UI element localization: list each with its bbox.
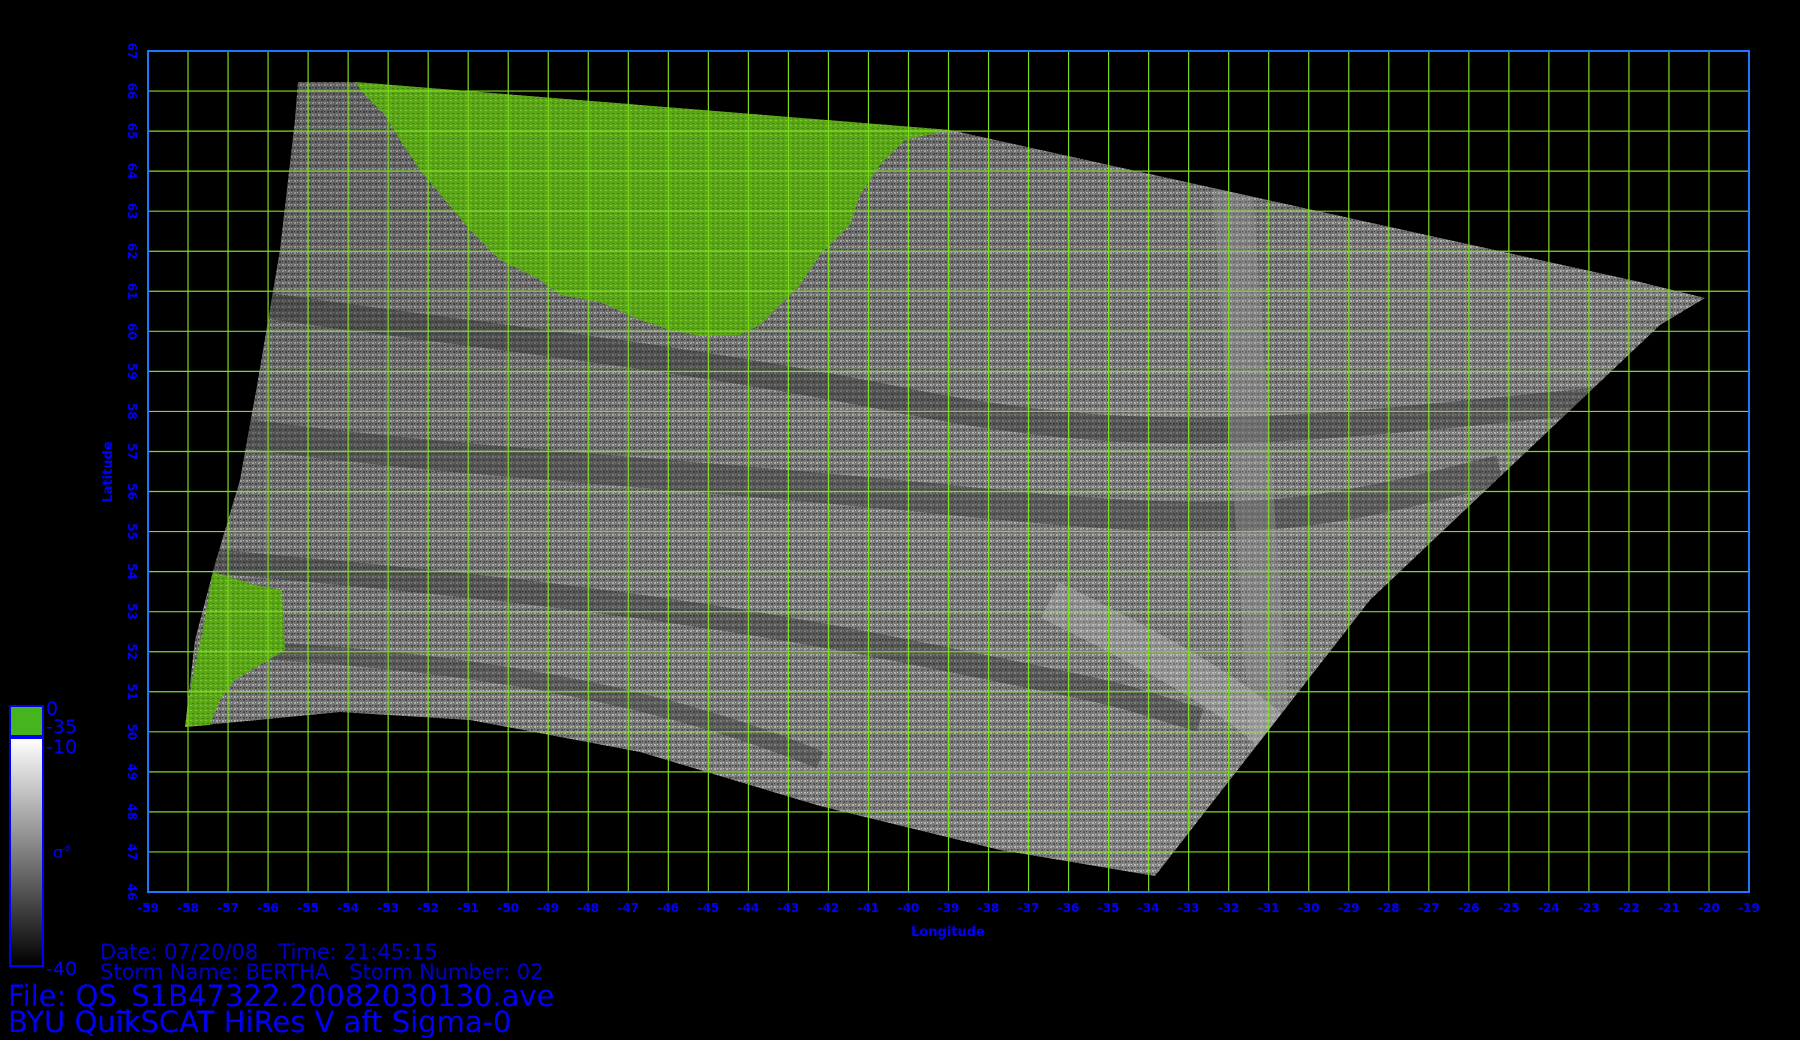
longitude-tick-label: -22	[1618, 901, 1640, 915]
latitude-tick-label: 60	[125, 323, 139, 340]
longitude-tick-label: -24	[1538, 901, 1560, 915]
swath-imagery	[185, 82, 1705, 876]
longitude-tick-label: -32	[1218, 901, 1240, 915]
longitude-tick-label: -44	[738, 901, 760, 915]
longitude-tick-label: -26	[1458, 901, 1480, 915]
longitude-tick-label: -28	[1378, 901, 1400, 915]
longitude-tick-label: -50	[497, 901, 519, 915]
longitude-tick-label: -43	[778, 901, 800, 915]
longitude-tick-label: -40	[898, 901, 920, 915]
colorbar-units: σ°	[53, 843, 71, 862]
latitude-tick-label: 48	[125, 804, 139, 821]
latitude-tick-label: 46	[125, 884, 139, 901]
latitude-tick-label: 51	[125, 683, 139, 700]
colorbar-top-label: -10	[46, 736, 78, 758]
longitude-tick-label: -38	[978, 901, 1000, 915]
latitude-tick-label: 59	[125, 363, 139, 380]
latitude-tick-label: 64	[125, 163, 139, 180]
longitude-tick-label: -19	[1738, 901, 1760, 915]
longitude-tick-label: -33	[1178, 901, 1200, 915]
longitude-tick-label: -34	[1138, 901, 1160, 915]
longitude-tick-label: -21	[1658, 901, 1680, 915]
product-title: BYU QuikSCAT HiRes V aft Sigma-0	[8, 1005, 512, 1039]
longitude-tick-label: -49	[537, 901, 559, 915]
longitude-tick-label: -58	[177, 901, 199, 915]
longitude-tick-label: -54	[337, 901, 359, 915]
longitude-tick-label: -42	[818, 901, 840, 915]
longitude-tick-labels: -59 -58 -57 -56 -55 -54 -53 -52 -51 -50 -49 -48 -47 -…	[137, 901, 1760, 915]
latitude-tick-label: 66	[125, 83, 139, 100]
longitude-tick-label: -39	[938, 901, 960, 915]
longitude-tick-label: -29	[1338, 901, 1360, 915]
longitude-tick-label: -57	[217, 901, 239, 915]
x-axis-label: Longitude	[911, 925, 985, 940]
longitude-tick-label: -25	[1498, 901, 1520, 915]
longitude-tick-label: -23	[1578, 901, 1600, 915]
latitude-tick-label: 63	[125, 203, 139, 220]
longitude-tick-label: -20	[1698, 901, 1720, 915]
latitude-tick-label: 47	[125, 844, 139, 861]
latitude-tick-label: 52	[125, 643, 139, 660]
longitude-tick-label: -53	[377, 901, 399, 915]
latitude-tick-label: 54	[125, 563, 139, 580]
latitude-tick-label: 57	[125, 443, 139, 460]
colorbar-bottom-label: -40	[46, 958, 78, 980]
longitude-tick-label: -45	[698, 901, 720, 915]
longitude-tick-label: -56	[257, 901, 279, 915]
longitude-tick-label: -36	[1058, 901, 1080, 915]
latitude-tick-label: 56	[125, 483, 139, 500]
longitude-tick-label: -51	[457, 901, 479, 915]
latitude-tick-label: 49	[125, 764, 139, 781]
longitude-tick-label: -37	[1018, 901, 1040, 915]
latitude-tick-label: 58	[125, 403, 139, 420]
y-axis-label: Latitude	[101, 441, 116, 503]
longitude-tick-label: -59	[137, 901, 159, 915]
longitude-tick-label: -47	[617, 901, 639, 915]
latitude-tick-label: 62	[125, 243, 139, 260]
colorbar-gradient	[9, 737, 44, 967]
longitude-tick-label: -46	[657, 901, 679, 915]
longitude-tick-label: -52	[417, 901, 439, 915]
latitude-tick-label: 67	[125, 43, 139, 60]
lat-lon-grid	[147, 50, 1750, 893]
longitude-tick-label: -35	[1098, 901, 1120, 915]
colorbar-land-bottom-label: -35	[46, 716, 78, 738]
sigma0-map: -59 -58 -57 -56 -55 -54 -53 -52 -51 -50 -49 -48 -47 -…	[9, 43, 1760, 967]
longitude-tick-label: -48	[577, 901, 599, 915]
latitude-tick-label: 55	[125, 523, 139, 540]
latitude-tick-label: 65	[125, 123, 139, 140]
longitude-tick-label: -30	[1298, 901, 1320, 915]
latitude-tick-label: 61	[125, 283, 139, 300]
latitude-tick-labels: 46 47 48 49 50 51 52 53 54 55 56 57 58 59 60 61 62 63 64 65…	[125, 43, 139, 901]
longitude-tick-label: -41	[858, 901, 880, 915]
longitude-tick-label: -27	[1418, 901, 1440, 915]
colorbar-land-swatch	[9, 705, 44, 737]
longitude-tick-label: -31	[1258, 901, 1280, 915]
latitude-tick-label: 50	[125, 723, 139, 740]
latitude-tick-label: 53	[125, 603, 139, 620]
longitude-tick-label: -55	[297, 901, 319, 915]
